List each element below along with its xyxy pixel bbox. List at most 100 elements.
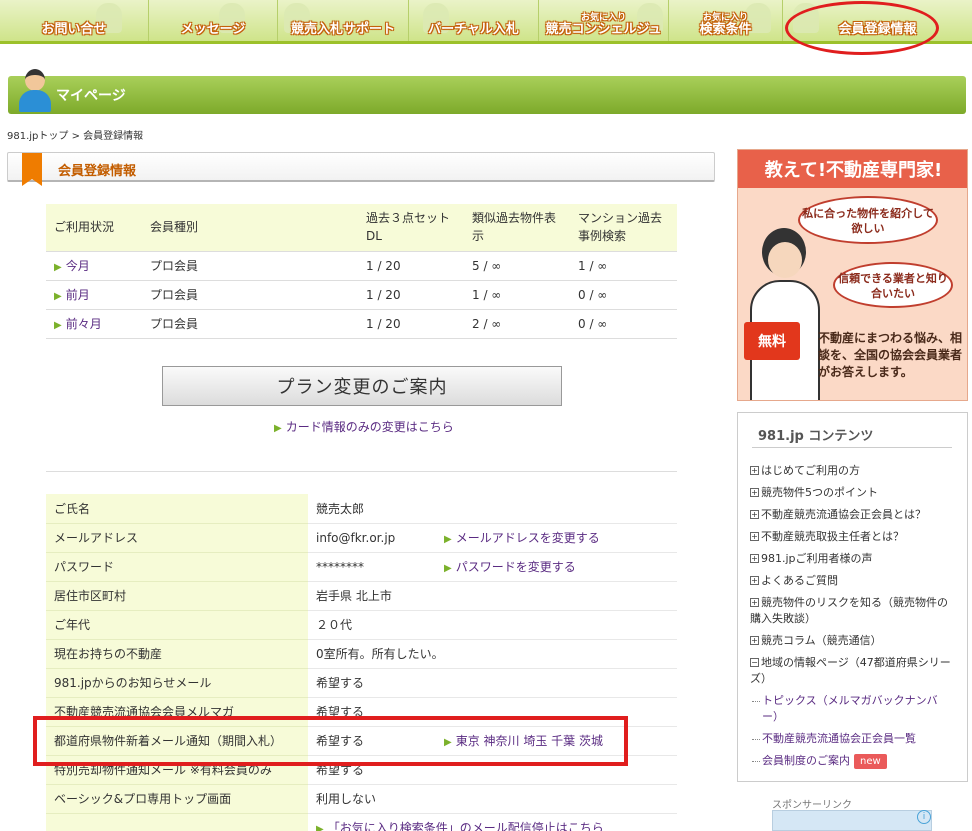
table-row: ご氏名 競売太郎 — [46, 494, 677, 524]
info-value: info@fkr.or.jp — [308, 523, 436, 553]
info-key: ご年代 — [46, 610, 308, 640]
change-email-link[interactable]: ▶ メールアドレスを変更する — [436, 523, 677, 553]
nav-virtual-bid-tab[interactable]: バーチャル入札 — [409, 0, 539, 41]
divider — [46, 471, 677, 472]
info-value: ******** — [308, 552, 436, 582]
nav-label: お気に入り 検索条件 — [699, 13, 752, 37]
ad-description: 不動産にまつわる悩み、相談を、全国の協会会員業者がお答えします。 — [818, 331, 963, 379]
contents-subitem[interactable]: 不動産競売流通協会正会員一覧 — [752, 731, 952, 747]
contents-subitem[interactable]: 会員制度のご案内 new — [752, 753, 952, 769]
plus-icon: + — [750, 598, 759, 607]
divider — [752, 447, 952, 448]
plus-icon: + — [750, 636, 759, 645]
usage-col-mansion: マンション過去事例検索 — [570, 204, 677, 251]
change-password-link[interactable]: ▶ パスワードを変更する — [436, 552, 677, 582]
usage-mansion: 1 / ∞ — [570, 250, 677, 280]
contents-item[interactable]: + 競売物件のリスクを知る（競売物件の購入失敗談） — [750, 595, 956, 627]
info-key: パスワード — [46, 552, 308, 582]
section-header: 会員登録情報 — [7, 152, 715, 186]
table-row: 居住市区町村 岩手県 北上市 — [46, 581, 677, 611]
table-row: 981.jpからのお知らせメール 希望する — [46, 668, 677, 698]
info-key — [46, 813, 308, 831]
table-row: メールアドレス info@fkr.or.jp ▶ メールアドレスを変更する — [46, 523, 677, 553]
nav-search-conditions-tab[interactable]: お気に入り 検索条件 — [669, 0, 783, 41]
info-value: 利用しない — [308, 784, 436, 814]
nav-contact-tab[interactable]: お問い合せ — [0, 0, 149, 41]
usage-type: プロ会員 — [142, 279, 358, 309]
table-row: ▶ 前々月 プロ会員 1 / 20 2 / ∞ 0 / ∞ — [46, 308, 677, 339]
info-value: 競売太郎 — [308, 494, 436, 524]
new-badge: new — [854, 754, 887, 769]
expert-ad-banner[interactable]: 教えて!不動産専門家! 私に合った物件を紹介して欲しい 信頼できる業者と知り合い… — [737, 149, 968, 401]
bookmark-flag-icon — [22, 153, 42, 186]
contents-item[interactable]: + 不動産競売流通協会正会員とは？ — [750, 507, 956, 523]
usage-mansion: 0 / ∞ — [570, 308, 677, 339]
info-value: 0室所有。所有したい。 — [308, 639, 677, 669]
usage-period-link[interactable]: ▶ 前々月 — [46, 308, 142, 339]
usage-dl: 1 / 20 — [358, 308, 464, 339]
usage-similar: 2 / ∞ — [464, 308, 570, 339]
triangle-icon: ▶ — [316, 824, 324, 831]
info-action — [436, 784, 677, 814]
info-key: 981.jpからのお知らせメール — [46, 668, 308, 698]
info-action — [436, 494, 677, 524]
usage-dl: 1 / 20 — [358, 279, 464, 309]
contents-item[interactable]: + 競売コラム（競売通信） — [750, 633, 956, 649]
info-key: ベーシック&プロ専用トップ画面 — [46, 784, 308, 814]
plus-icon: + — [750, 576, 759, 585]
sponsor-ad[interactable] — [772, 810, 932, 831]
minus-icon: − — [750, 658, 759, 667]
info-action — [436, 581, 677, 611]
info-action — [436, 668, 677, 698]
table-row: 現在お持ちの不動産 0室所有。所有したい。 — [46, 639, 677, 669]
plus-icon: + — [750, 466, 759, 475]
usage-col-member-type: 会員種別 — [142, 204, 358, 251]
usage-col-dl: 過去３点セットDL — [358, 204, 464, 251]
ad-bubble: 私に合った物件を紹介して欲しい — [798, 196, 938, 244]
nav-label: メッセージ — [180, 22, 246, 37]
usage-similar: 1 / ∞ — [464, 279, 570, 309]
usage-header-row: ご利用状況 会員種別 過去３点セットDL 類似過去物件表示 マンション過去事例検… — [46, 204, 677, 251]
site-contents-panel: 981.jp コンテンツ + はじめてご利用の方 + 競売物件5つのポイント + 不動… — [737, 412, 968, 782]
info-value: 希望する — [308, 668, 436, 698]
contents-item[interactable]: + よくあるご質問 — [750, 573, 956, 589]
nav-label: お気に入り 競売コンシェルジュ — [545, 13, 662, 37]
stop-favorite-mail-link[interactable]: ▶ 「お気に入り検索条件」のメール配信停止はこちら — [308, 813, 677, 831]
triangle-icon: ▶ — [54, 320, 62, 331]
usage-period-link[interactable]: ▶ 前月 — [46, 279, 142, 309]
info-value: ２０代 — [308, 610, 436, 640]
card-info-change-link[interactable]: ▶ カード情報のみの変更はこちら — [274, 418, 454, 435]
triangle-icon: ▶ — [444, 534, 452, 545]
nav-label: バーチャル入札 — [428, 22, 519, 37]
contents-item[interactable]: + はじめてご利用の方 — [750, 463, 956, 479]
contents-item[interactable]: + 競売物件5つのポイント — [750, 485, 956, 501]
ad-heading: 教えて!不動産専門家! — [738, 150, 967, 188]
person-illustration-icon — [746, 228, 820, 400]
mypage-banner: マイページ — [8, 76, 966, 114]
section-title: 会員登録情報 — [58, 164, 137, 179]
triangle-icon: ▶ — [54, 262, 62, 273]
usage-mansion: 0 / ∞ — [570, 279, 677, 309]
contents-item[interactable]: − 地域の情報ページ（47都道府県シリーズ） — [750, 655, 956, 687]
plan-change-button[interactable]: プラン変更のご案内 — [162, 366, 562, 406]
contents-item[interactable]: +981.jpご利用者様の声 — [750, 551, 956, 567]
member-info-table: ご氏名 競売太郎 メールアドレス info@fkr.or.jp ▶ メールアドレス… — [46, 494, 677, 831]
plus-icon: + — [750, 532, 759, 541]
highlight-annotation — [785, 1, 939, 55]
table-row: パスワード ******** ▶ パスワードを変更する — [46, 552, 677, 582]
nav-message-tab[interactable]: メッセージ — [149, 0, 278, 41]
nav-concierge-tab[interactable]: お気に入り 競売コンシェルジュ — [539, 0, 669, 41]
table-row: ベーシック&プロ専用トップ画面 利用しない — [46, 784, 677, 814]
sponsor-label: スポンサーリンク — [772, 800, 852, 811]
table-row: ▶ 前月 プロ会員 1 / 20 1 / ∞ 0 / ∞ — [46, 279, 677, 309]
contents-item[interactable]: + 不動産競売取扱主任者とは？ — [750, 529, 956, 545]
info-key: メールアドレス — [46, 523, 308, 553]
contents-subitem[interactable]: トピックス（メルマガバックナンバー） — [752, 693, 952, 725]
usage-type: プロ会員 — [142, 308, 358, 339]
nav-auction-support-tab[interactable]: 競売入札サポート — [278, 0, 409, 41]
usage-period-link[interactable]: ▶ 今月 — [46, 250, 142, 280]
table-row: ▶ 「お気に入り検索条件」のメール配信停止はこちら — [46, 813, 677, 831]
plus-icon: + — [750, 510, 759, 519]
usage-col-similar: 類似過去物件表示 — [464, 204, 570, 251]
info-icon[interactable]: i — [917, 810, 931, 824]
